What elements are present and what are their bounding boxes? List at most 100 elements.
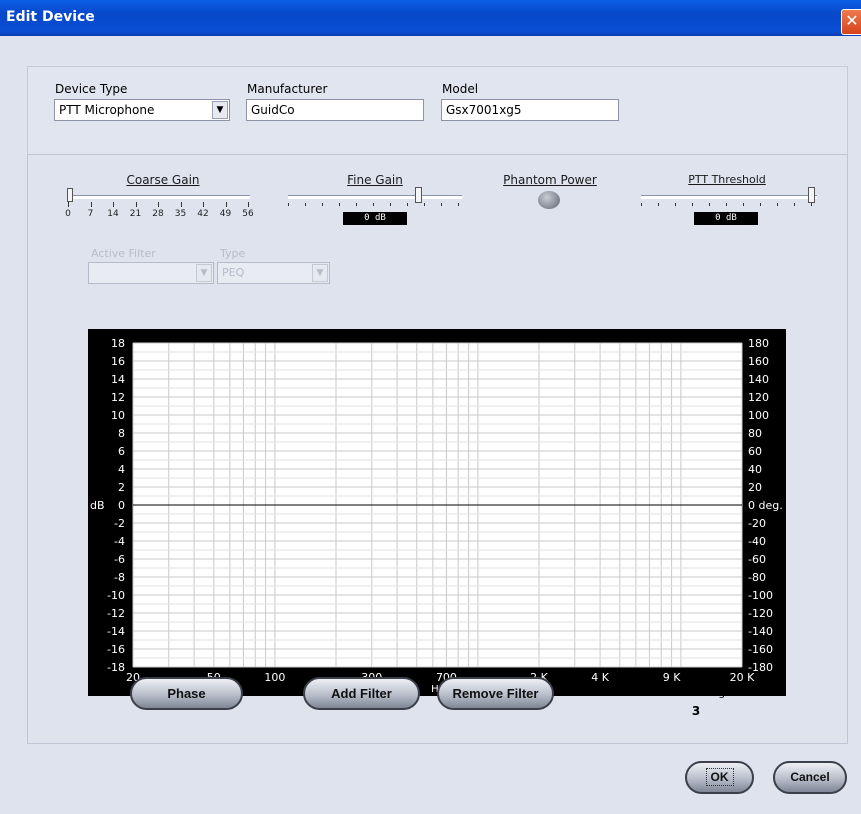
dialog-body: Device Type PTT Microphone ▼ Manufacture… xyxy=(0,36,861,814)
right-tick-label: -160 xyxy=(748,643,773,656)
coarse-gain-tick-label: 21 xyxy=(129,209,142,219)
left-tick-label: -14 xyxy=(107,625,125,638)
right-tick-label: -100 xyxy=(748,589,773,602)
right-tick-label: -140 xyxy=(748,625,773,638)
window-title: Edit Device xyxy=(6,9,95,25)
left-tick-label: 2 xyxy=(118,481,125,494)
add-filter-button[interactable]: Add Filter xyxy=(303,677,420,710)
phase-button[interactable]: Phase xyxy=(130,677,243,710)
coarse-gain-label: Coarse Gain xyxy=(126,173,200,187)
chevron-down-icon[interactable]: ▼ xyxy=(212,101,228,119)
fine-gain-label: Fine Gain xyxy=(347,173,403,187)
title-bar: Edit Device ✕ xyxy=(0,0,861,36)
right-tick-label: 100 xyxy=(748,409,769,422)
x-tick-label: 4 K xyxy=(591,671,609,684)
remove-filter-button[interactable]: Remove Filter xyxy=(437,677,554,710)
model-field[interactable]: Gsx7001xg5 xyxy=(441,99,619,121)
ptt-threshold-ticks xyxy=(641,203,812,206)
left-tick-label: 8 xyxy=(118,427,125,440)
coarse-gain-tick-mark xyxy=(203,202,204,207)
ptt-threshold-slider-thumb[interactable] xyxy=(808,187,815,203)
coarse-gain-tick-label: 28 xyxy=(152,209,164,219)
ptt-threshold-display: 0 dB xyxy=(694,212,758,225)
coarse-gain-tick-mark xyxy=(90,202,92,207)
left-tick-label: 18 xyxy=(111,337,125,350)
ok-button-label: OK xyxy=(705,768,734,786)
coarse-gain-tick-mark xyxy=(248,202,249,207)
close-icon[interactable]: ✕ xyxy=(841,9,861,35)
device-type-label: Device Type xyxy=(55,82,128,96)
frequency-response-graph: 18 16 14 12 10 8 6 4 2 0 -2 -4 -6 -8 -10 -12 -14 -16 -18 dB… xyxy=(88,329,786,696)
coarse-gain-tick-label: 56 xyxy=(242,209,254,219)
right-tick-label: 140 xyxy=(748,373,769,386)
coarse-gain-tick-label: 49 xyxy=(219,209,232,219)
coarse-gain-tick-label: 42 xyxy=(197,209,209,219)
right-tick-label: 0 deg. xyxy=(748,499,783,512)
left-tick-label: -16 xyxy=(107,643,125,656)
coarse-gain-tick-mark xyxy=(68,202,69,207)
chevron-down-icon[interactable]: ▼ xyxy=(312,264,328,282)
right-tick-label: 40 xyxy=(748,463,762,476)
graph-plot: 181614121086420-2-4-6-8-10-12-14-16-18dB… xyxy=(90,337,783,695)
left-tick-label: 0 xyxy=(118,499,125,512)
filters-remaining-count: 3 xyxy=(691,704,701,718)
phantom-power-toggle[interactable] xyxy=(538,191,560,209)
fine-gain-display: 0 dB xyxy=(343,212,407,225)
right-tick-label: 160 xyxy=(748,355,769,368)
coarse-gain-tick-label: 35 xyxy=(174,209,187,219)
left-tick-label: -4 xyxy=(114,535,125,548)
x-tick-label: 100 xyxy=(264,671,285,684)
fine-gain-track[interactable] xyxy=(288,195,462,199)
left-tick-label: -10 xyxy=(107,589,125,602)
right-tick-label: 180 xyxy=(748,337,769,350)
ptt-threshold-track[interactable] xyxy=(641,195,817,199)
model-label: Model xyxy=(442,82,479,96)
left-tick-label: 16 xyxy=(111,355,125,368)
left-tick-label: 10 xyxy=(111,409,125,422)
active-filter-label: Active Filter xyxy=(91,247,156,260)
left-tick-label: -18 xyxy=(107,661,125,674)
left-tick-label: -12 xyxy=(107,607,125,620)
phase-button-label: Phase xyxy=(167,686,206,701)
coarse-gain-tick-mark xyxy=(158,202,159,207)
coarse-gain-tick-mark xyxy=(225,202,227,207)
left-tick-label: 6 xyxy=(118,445,125,458)
right-tick-label: -60 xyxy=(748,553,766,566)
device-type-select[interactable]: PTT Microphone ▼ xyxy=(54,99,230,121)
fine-gain-slider-thumb[interactable] xyxy=(415,187,422,203)
manufacturer-field[interactable]: GuidCo xyxy=(246,99,424,121)
coarse-gain-track[interactable] xyxy=(70,195,250,199)
add-filter-button-label: Add Filter xyxy=(331,686,392,701)
coarse-gain-ticks: 0 7 14 21 28 35 42 49 56 xyxy=(62,202,262,232)
active-filter-select[interactable]: ▼ xyxy=(88,262,214,284)
cancel-button[interactable]: Cancel xyxy=(773,761,847,794)
coarse-gain-tick-label: 0 xyxy=(65,209,71,219)
right-tick-label: -20 xyxy=(748,517,766,530)
filter-type-select[interactable]: PEQ ▼ xyxy=(217,262,330,284)
right-tick-label: 120 xyxy=(748,391,769,404)
coarse-gain-slider-thumb[interactable] xyxy=(67,188,73,202)
ptt-threshold-label: PTT Threshold xyxy=(688,173,766,186)
filters-remaining: Filters Remaining 3 xyxy=(649,672,743,718)
right-tick-label: 80 xyxy=(748,427,762,440)
cancel-button-label: Cancel xyxy=(790,770,830,784)
manufacturer-label: Manufacturer xyxy=(247,82,328,96)
filters-remaining-label-2: Remaining xyxy=(666,686,726,699)
left-tick-label: -2 xyxy=(114,517,125,530)
right-tick-label: 20 xyxy=(748,481,762,494)
filter-type-value: PEQ xyxy=(222,266,245,279)
right-tick-label: -120 xyxy=(748,607,773,620)
left-tick-label: 12 xyxy=(111,391,125,404)
left-axis-unit: dB xyxy=(90,499,105,512)
coarse-gain-tick-label: 7 xyxy=(87,209,94,219)
left-tick-label: -8 xyxy=(114,571,125,584)
ok-button[interactable]: OK xyxy=(685,761,754,794)
left-tick-label: 14 xyxy=(111,373,125,386)
device-info-panel: Device Type PTT Microphone ▼ Manufacture… xyxy=(27,66,848,158)
right-tick-label: -80 xyxy=(748,571,766,584)
right-tick-label: -40 xyxy=(748,535,766,548)
coarse-gain-tick-mark xyxy=(135,202,137,207)
device-type-value: PTT Microphone xyxy=(59,103,155,117)
filters-remaining-label-1: Filters xyxy=(679,672,713,685)
chevron-down-icon[interactable]: ▼ xyxy=(196,264,212,282)
